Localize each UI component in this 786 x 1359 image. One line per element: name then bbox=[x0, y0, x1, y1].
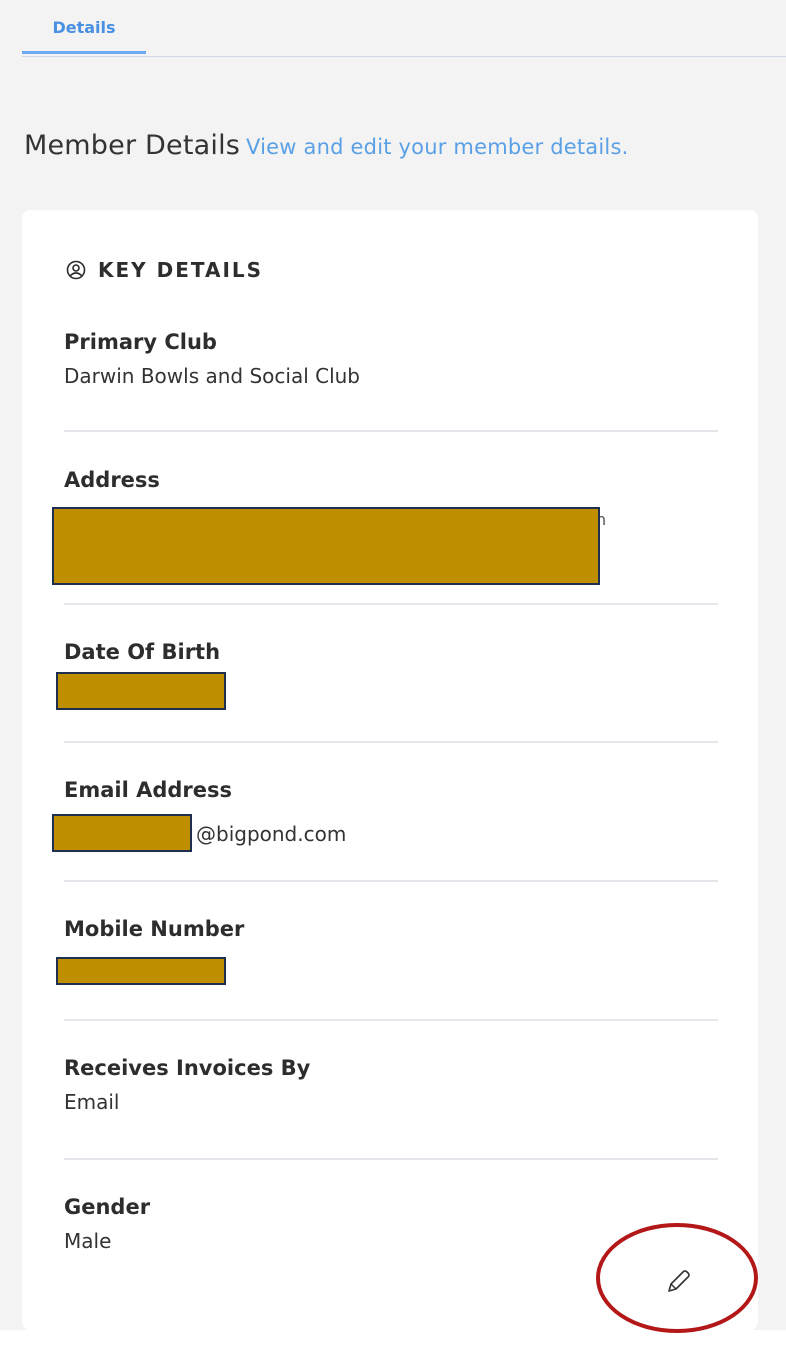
page-title-text: Member Details bbox=[24, 130, 241, 161]
field-label: Primary Club bbox=[64, 330, 217, 354]
redaction-mobile-number bbox=[56, 957, 226, 985]
field-label: Mobile Number bbox=[64, 917, 245, 941]
field-label: Gender bbox=[64, 1195, 151, 1219]
page-title: Member Details View and edit your member … bbox=[24, 130, 628, 161]
divider bbox=[64, 880, 718, 882]
email-domain: @bigpond.com bbox=[196, 822, 347, 846]
field-mobile-number: Mobile Number bbox=[64, 917, 718, 941]
tab-underline bbox=[22, 56, 786, 57]
redaction-email bbox=[52, 814, 192, 852]
divider bbox=[64, 1019, 718, 1021]
field-label: Date Of Birth bbox=[64, 640, 221, 664]
key-details-card: KEY DETAILS Primary Club Darwin Bowls an… bbox=[22, 210, 758, 1330]
field-primary-club: Primary Club Darwin Bowls and Social Clu… bbox=[64, 330, 718, 388]
highlight-circle bbox=[596, 1223, 758, 1333]
divider bbox=[64, 741, 718, 743]
section-heading: KEY DETAILS bbox=[66, 258, 263, 282]
section-title: KEY DETAILS bbox=[98, 258, 264, 282]
user-circle-icon bbox=[66, 260, 86, 280]
page-subtitle: View and edit your member details. bbox=[246, 135, 629, 159]
divider bbox=[64, 430, 718, 432]
redaction-date-of-birth bbox=[56, 672, 226, 710]
field-address: Address bbox=[64, 468, 718, 492]
tab-details[interactable]: Details bbox=[22, 18, 146, 54]
redaction-address bbox=[52, 507, 600, 585]
field-date-of-birth: Date Of Birth bbox=[64, 640, 718, 664]
divider bbox=[64, 603, 718, 605]
field-email-address: Email Address bbox=[64, 778, 718, 802]
field-receives-invoices-by: Receives Invoices By Email bbox=[64, 1056, 718, 1114]
field-value: Darwin Bowls and Social Club bbox=[64, 364, 361, 388]
field-value: Email bbox=[64, 1090, 120, 1114]
field-label: Email Address bbox=[64, 778, 233, 802]
field-label: Receives Invoices By bbox=[64, 1056, 311, 1080]
divider bbox=[64, 1158, 718, 1160]
field-label: Address bbox=[64, 468, 160, 492]
